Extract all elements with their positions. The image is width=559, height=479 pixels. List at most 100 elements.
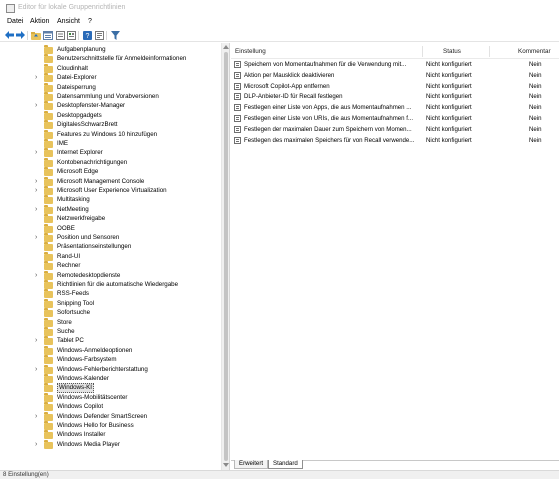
folder-icon <box>44 261 53 271</box>
setting-status: Nicht konfiguriert <box>426 115 472 122</box>
setting-comment: Nein <box>529 125 542 133</box>
policy-setting-icon <box>234 61 241 68</box>
svg-text:?: ? <box>85 33 89 40</box>
folder-icon <box>44 289 53 299</box>
filter-icon[interactable] <box>110 30 120 40</box>
folder-icon <box>44 110 53 120</box>
toolbar-separator <box>27 31 28 40</box>
column-header-status[interactable]: Status <box>443 47 461 57</box>
setting-status: Nicht konfiguriert <box>426 125 472 133</box>
folder-icon <box>44 63 53 73</box>
show-hide-tree-icon[interactable] <box>43 30 53 40</box>
folder-icon <box>44 421 53 430</box>
folder-icon <box>44 157 53 167</box>
export-list-icon[interactable] <box>66 30 76 40</box>
folder-icon <box>44 176 53 186</box>
setting-name: Festlegen der maximalen Dauer zum Speich… <box>244 125 412 133</box>
folder-icon <box>44 92 53 101</box>
setting-status: Nicht konfiguriert <box>426 71 472 79</box>
table-row[interactable]: Festlegen des maximalen Speichers für vo… <box>231 135 559 146</box>
menu-help[interactable]: ? <box>87 18 93 25</box>
setting-comment: Nein <box>529 93 542 101</box>
title-bar: Editor für lokale Gruppenrichtlinien <box>0 0 559 17</box>
folder-icon <box>44 317 53 327</box>
column-header-comment[interactable]: Kommentar <box>518 47 551 57</box>
table-row[interactable]: DLP-Anbieter-ID für Recall festlegen Nich… <box>231 91 559 102</box>
folder-icon <box>44 167 53 177</box>
folder-icon <box>44 186 53 195</box>
policy-setting-icon <box>234 82 241 90</box>
folder-icon <box>44 308 53 318</box>
toolbar-separator <box>78 31 79 40</box>
properties-icon[interactable] <box>94 30 104 40</box>
menu-datei[interactable]: Datei <box>6 18 24 25</box>
folder-icon <box>44 251 53 261</box>
folder-icon <box>44 374 53 383</box>
table-row[interactable]: Festlegen der maximalen Dauer zum Speich… <box>231 124 559 135</box>
column-header-setting[interactable]: Einstellung <box>235 47 266 57</box>
menu-aktion[interactable]: Aktion <box>29 18 50 25</box>
help-icon[interactable]: ? <box>82 30 92 40</box>
toolbar-separator <box>106 31 107 40</box>
folder-icon <box>44 242 53 252</box>
setting-status: Nicht konfiguriert <box>426 82 472 90</box>
scroll-thumb[interactable] <box>224 52 228 461</box>
folder-icon <box>44 204 53 214</box>
policy-setting-icon <box>234 115 241 122</box>
setting-name: Microsoft Copilot-App entfernen <box>244 82 330 90</box>
folder-icon <box>44 402 53 412</box>
setting-comment: Nein <box>529 104 542 112</box>
folder-icon <box>44 355 53 365</box>
setting-comment: Nein <box>529 82 542 90</box>
folder-icon <box>44 148 53 158</box>
folder-icon <box>44 336 53 346</box>
folder-icon <box>44 82 53 92</box>
policy-tree[interactable]: Aufgabenplanung Benutzerschnittstelle für… <box>0 43 221 470</box>
setting-comment: Nein <box>529 61 542 68</box>
setting-name: DLP-Anbieter-ID für Recall festlegen <box>244 93 343 101</box>
up-folder-icon[interactable] <box>31 30 41 40</box>
setting-comment: Nein <box>529 115 542 122</box>
folder-icon <box>44 327 53 336</box>
table-row[interactable]: Microsoft Copilot-App entfernen Nicht kon… <box>231 81 559 92</box>
table-row[interactable]: Aktion per Mausklick deaktivieren Nicht k… <box>231 70 559 81</box>
menu-ansicht[interactable]: Ansicht <box>56 18 81 25</box>
folder-icon <box>44 345 53 355</box>
tree-item[interactable]: › Windows Media Player <box>0 439 221 450</box>
folder-icon <box>44 120 53 130</box>
refresh-icon[interactable] <box>55 30 65 40</box>
folder-icon <box>44 139 53 148</box>
policy-setting-icon <box>234 71 241 79</box>
folder-icon <box>44 439 53 449</box>
back-arrow-icon[interactable] <box>4 30 14 40</box>
column-divider[interactable] <box>422 46 423 57</box>
setting-comment: Nein <box>529 71 542 79</box>
forward-arrow-icon[interactable] <box>15 30 25 40</box>
status-text: 8 Einstellung(en) <box>3 471 49 478</box>
folder-icon <box>44 392 53 402</box>
window-title: Editor für lokale Gruppenrichtlinien <box>18 4 126 11</box>
folder-icon <box>44 73 53 83</box>
folder-icon <box>44 223 53 233</box>
folder-icon <box>44 129 53 139</box>
table-row[interactable]: Speichern von Momentaufnahmen für die Ve… <box>231 59 559 70</box>
app-icon <box>6 4 15 13</box>
tab-standard[interactable]: Standard <box>268 460 303 469</box>
chevron-right-icon[interactable]: › <box>35 440 37 450</box>
table-row[interactable]: Festlegen einer Liste von Apps, die aus … <box>231 102 559 113</box>
toolbar: ? <box>0 29 559 42</box>
policy-setting-icon <box>234 125 241 133</box>
folder-icon <box>44 233 53 242</box>
setting-comment: Nein <box>529 136 542 144</box>
folder-icon <box>44 411 53 421</box>
tree-scrollbar[interactable] <box>221 43 229 470</box>
setting-status: Nicht konfiguriert <box>426 104 472 112</box>
tab-erweitert[interactable]: Erweitert <box>234 460 269 469</box>
folder-icon <box>44 383 53 393</box>
folder-icon <box>44 364 53 374</box>
table-row[interactable]: Festlegen einer Liste von URIs, die aus … <box>231 113 559 124</box>
menu-bar: Datei Aktion Ansicht ? <box>0 17 559 29</box>
setting-name: Speichern von Momentaufnahmen für die Ve… <box>244 61 407 68</box>
column-divider[interactable] <box>489 46 490 57</box>
setting-name: Festlegen einer Liste von URIs, die aus … <box>244 115 414 122</box>
